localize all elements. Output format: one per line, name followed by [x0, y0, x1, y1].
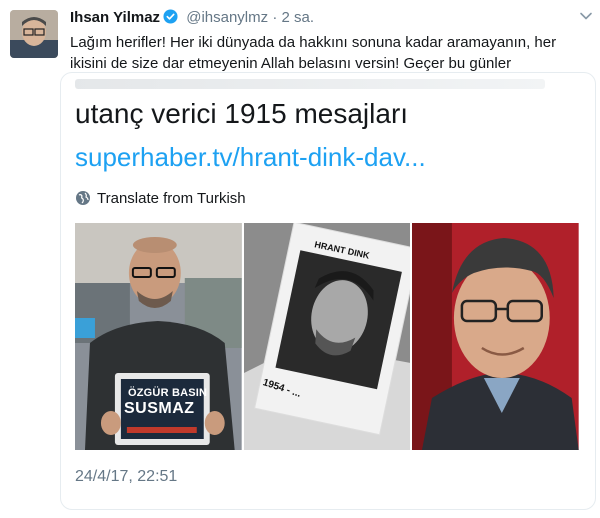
quoted-tweet[interactable]: utanç verici 1915 mesajları superhaber.t… — [60, 72, 596, 510]
photo-3-image — [412, 223, 580, 450]
embed-link[interactable]: superhaber.tv/hrant-dink-dav... — [75, 141, 426, 173]
separator-dot: · — [272, 9, 278, 26]
tweet: Ihsan Yilmaz @ihsanylmz · 2 sa. Lağım he… — [0, 0, 600, 518]
embed-title: utanç verici 1915 mesajları — [75, 98, 409, 129]
verified-badge-icon — [163, 9, 178, 24]
tweet-text: Lağım herifler! Her iki dünyada da hakkı… — [70, 34, 557, 72]
tweet-header: Ihsan Yilmaz @ihsanylmz · 2 sa. — [70, 8, 314, 28]
sign-text-line1: ÖZGÜR BASIN — [128, 387, 208, 399]
translate-link[interactable]: Translate from Turkish — [75, 189, 246, 209]
embed-timestamp[interactable]: 24/4/17, 22:51 — [75, 468, 177, 486]
author-handle[interactable]: @ihsanylmz — [186, 9, 268, 26]
photo-hrant-dink-card[interactable]: HRANT DINK 1954 - ... — [243, 223, 411, 450]
photo-2-image — [243, 223, 411, 450]
globe-icon — [76, 191, 90, 205]
tweet-time[interactable]: 2 sa. — [281, 9, 314, 26]
author-name[interactable]: Ihsan Yilmaz — [70, 9, 160, 26]
sign-text-line2: SUSMAZ — [124, 400, 195, 417]
chevron-down-icon[interactable] — [578, 8, 594, 24]
photo-man-with-sign[interactable]: ÖZGÜR BASIN SUSMAZ — [75, 223, 242, 450]
translate-label: Translate from Turkish — [97, 190, 246, 207]
photo-portrait[interactable] — [412, 223, 580, 450]
cropped-text-line — [75, 79, 545, 89]
avatar[interactable] — [10, 10, 58, 58]
photo-grid: ÖZGÜR BASIN SUSMAZ HRANT DINK 1954 - ... — [75, 223, 580, 450]
